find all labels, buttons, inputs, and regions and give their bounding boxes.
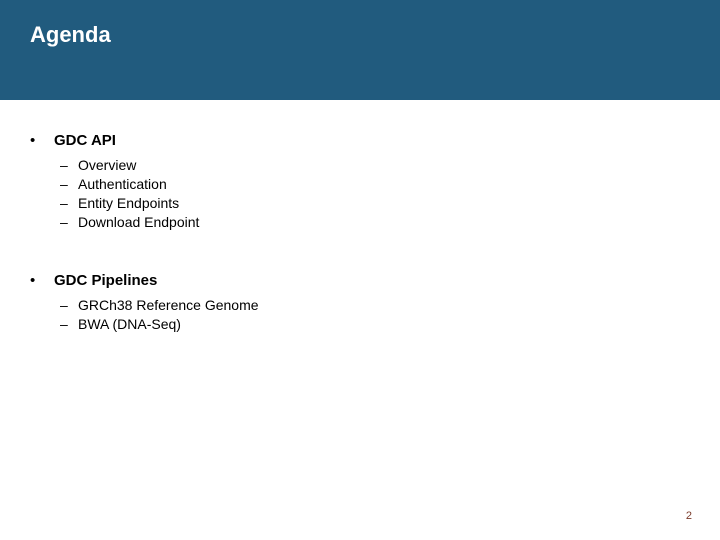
dash-icon: – xyxy=(60,176,78,192)
slide-content: • GDC API – Overview – Authentication – … xyxy=(0,100,720,332)
section-title: GDC Pipelines xyxy=(54,272,157,289)
slide-header: Agenda xyxy=(0,0,720,100)
sub-item-label: Authentication xyxy=(78,176,167,192)
bullet-icon: • xyxy=(30,130,54,148)
sub-item-label: BWA (DNA-Seq) xyxy=(78,316,181,332)
section-title: GDC API xyxy=(54,132,116,149)
list-item: – Download Endpoint xyxy=(30,214,690,230)
sub-item-label: Entity Endpoints xyxy=(78,195,179,211)
agenda-section: • GDC Pipelines – GRCh38 Reference Genom… xyxy=(30,270,690,332)
dash-icon: – xyxy=(60,157,78,173)
list-item: – Overview xyxy=(30,157,690,173)
slide-title: Agenda xyxy=(30,22,690,48)
dash-icon: – xyxy=(60,195,78,211)
list-item: – BWA (DNA-Seq) xyxy=(30,316,690,332)
sub-item-label: Overview xyxy=(78,157,136,173)
sub-item-label: Download Endpoint xyxy=(78,214,199,230)
list-item: – Authentication xyxy=(30,176,690,192)
bullet-icon: • xyxy=(30,270,54,288)
dash-icon: – xyxy=(60,214,78,230)
dash-icon: – xyxy=(60,297,78,313)
dash-icon: – xyxy=(60,316,78,332)
page-number: 2 xyxy=(686,510,692,522)
list-item: – GRCh38 Reference Genome xyxy=(30,297,690,313)
list-item: – Entity Endpoints xyxy=(30,195,690,211)
section-title-row: • GDC API xyxy=(30,130,690,149)
sub-item-label: GRCh38 Reference Genome xyxy=(78,297,259,313)
section-title-row: • GDC Pipelines xyxy=(30,270,690,289)
agenda-section: • GDC API – Overview – Authentication – … xyxy=(30,130,690,230)
